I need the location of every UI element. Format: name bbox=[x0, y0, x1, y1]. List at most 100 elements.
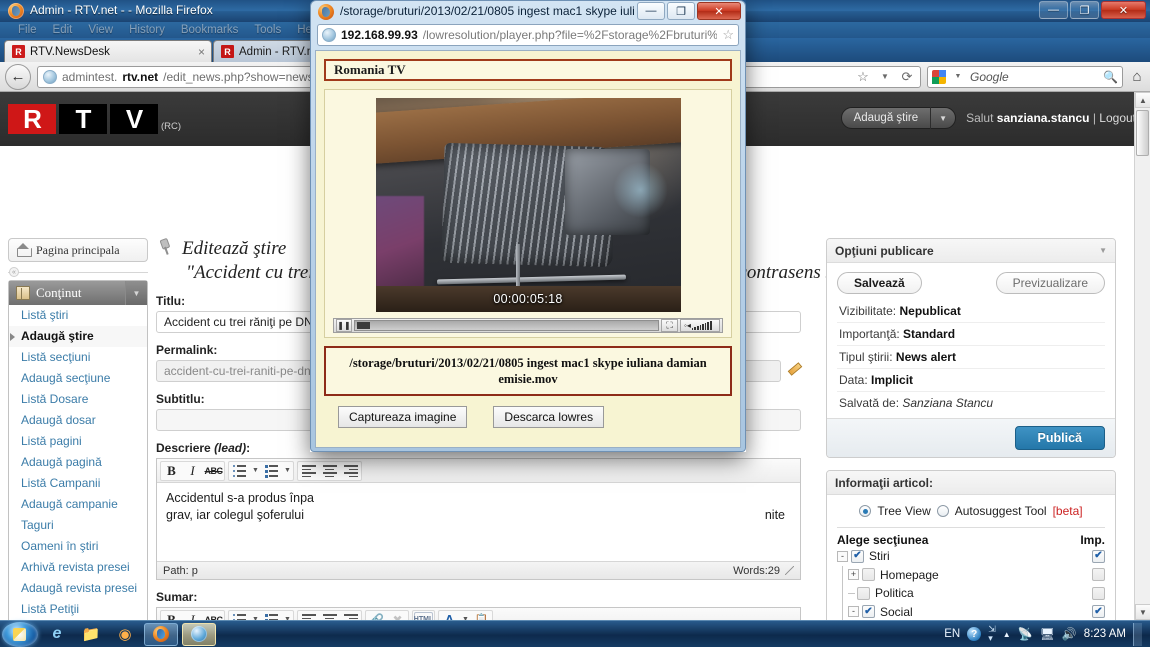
section-checkbox[interactable]: ✔ bbox=[862, 568, 875, 582]
align-right-button[interactable] bbox=[340, 461, 361, 481]
sidebar-item-9[interactable]: Adaugă campanie bbox=[9, 494, 147, 515]
collapse-twisty-icon[interactable]: - bbox=[837, 550, 848, 562]
tree-row[interactable]: - ✔ Social ✔ bbox=[837, 602, 1105, 620]
search-icon[interactable]: 🔍 bbox=[1103, 70, 1118, 84]
sidebar-item-2[interactable]: Listă secţiuni bbox=[9, 347, 147, 368]
close-button[interactable]: ✕ bbox=[1101, 1, 1146, 19]
chevron-down-icon[interactable]: ▼ bbox=[282, 461, 293, 481]
tray-language[interactable]: EN bbox=[944, 628, 960, 640]
chevron-left-icon[interactable]: « bbox=[9, 267, 19, 277]
collapse-twisty-icon[interactable]: - bbox=[848, 606, 859, 618]
sidebar-item-4[interactable]: Listă Dosare bbox=[9, 389, 147, 410]
scrollbar-thumb[interactable] bbox=[1136, 110, 1149, 156]
taskbar-task-firefox[interactable] bbox=[144, 622, 178, 646]
sidebar-item-1[interactable]: Adaugă ştire bbox=[9, 326, 147, 347]
menu-history[interactable]: History bbox=[129, 24, 165, 36]
publish-row-4[interactable]: Salvată de: Sanziana Stancu bbox=[837, 392, 1105, 414]
chevron-down-icon[interactable]: ▼ bbox=[1099, 246, 1107, 255]
italic-button[interactable]: I bbox=[182, 610, 203, 621]
search-input[interactable]: ▼ Google 🔍 bbox=[927, 65, 1123, 88]
show-desktop-button[interactable] bbox=[1133, 622, 1142, 646]
sidebar-item-14[interactable]: Listă Petiţii bbox=[9, 599, 147, 620]
resize-handle[interactable] bbox=[785, 566, 794, 575]
show-hidden-icons-icon[interactable]: ⇲ ▾ bbox=[988, 625, 996, 643]
importance-checkbox[interactable]: ✔ bbox=[1092, 568, 1105, 582]
strikethrough-button[interactable]: ABC bbox=[203, 610, 224, 621]
media-player-icon[interactable]: ◉ bbox=[110, 623, 140, 646]
sidebar-collapse-handle[interactable]: « bbox=[8, 266, 148, 278]
publish-row-3[interactable]: Data: Implicit bbox=[837, 369, 1105, 392]
menu-bookmarks[interactable]: Bookmarks bbox=[181, 24, 239, 36]
sidebar-panel-header[interactable]: Conţinut ▼ bbox=[9, 281, 147, 305]
volume-slider[interactable]: ◦◂ bbox=[680, 319, 720, 332]
save-button[interactable]: Salvează bbox=[837, 272, 922, 294]
section-checkbox[interactable]: ✔ bbox=[851, 549, 864, 563]
pause-button[interactable]: ❚❚ bbox=[336, 319, 352, 332]
tray-clock[interactable]: 8:23 AM bbox=[1084, 628, 1126, 640]
bold-button[interactable]: B bbox=[161, 461, 182, 481]
display-icon[interactable]: 🖥 bbox=[1040, 627, 1055, 641]
volume-icon[interactable]: 🔊 bbox=[1062, 627, 1077, 641]
unordered-list-button[interactable] bbox=[229, 610, 250, 620]
explorer-icon[interactable]: 📁 bbox=[76, 623, 106, 646]
sidebar-item-0[interactable]: Listă ştiri bbox=[9, 305, 147, 326]
tree-row[interactable]: +✔Homepage✔ bbox=[837, 565, 1105, 584]
ordered-list-button[interactable] bbox=[261, 610, 282, 620]
menu-file[interactable]: File bbox=[18, 24, 37, 36]
align-left-button[interactable] bbox=[298, 610, 319, 621]
sidebar-item-3[interactable]: Adaugă secţiune bbox=[9, 368, 147, 389]
section-checkbox[interactable]: ✔ bbox=[862, 605, 875, 619]
ie-icon[interactable]: e bbox=[42, 623, 72, 646]
publish-row-1[interactable]: Importanţă: Standard bbox=[837, 323, 1105, 346]
radio-tree-view[interactable] bbox=[859, 505, 872, 517]
chevron-down-icon[interactable]: ▼ bbox=[282, 610, 293, 620]
reload-icon[interactable]: ⟳ bbox=[899, 69, 915, 85]
sidebar-item-7[interactable]: Adaugă pagină bbox=[9, 452, 147, 473]
sidebar-item-5[interactable]: Adaugă dosar bbox=[9, 410, 147, 431]
sidebar-item-8[interactable]: Listă Campanii bbox=[9, 473, 147, 494]
popup-minimize-button[interactable]: — bbox=[637, 2, 665, 20]
tree-row[interactable]: - ✔ Stiri ✔ bbox=[837, 547, 1105, 566]
chevron-down-icon[interactable]: ▼ bbox=[125, 281, 147, 305]
start-button[interactable] bbox=[2, 621, 38, 647]
align-left-button[interactable] bbox=[298, 461, 319, 481]
unlink-button[interactable]: ✖ bbox=[387, 610, 408, 621]
help-icon[interactable]: ? bbox=[967, 627, 982, 641]
publish-row-2[interactable]: Tipul ştirii: News alert bbox=[837, 346, 1105, 369]
popup-close-button[interactable]: ✕ bbox=[697, 2, 741, 20]
radio-autosuggest[interactable] bbox=[936, 505, 949, 517]
tray-expand-icon[interactable]: ▲ bbox=[1003, 630, 1011, 639]
chevron-down-icon[interactable]: ▼ bbox=[877, 69, 893, 85]
sidebar-item-13[interactable]: Adaugă revista presei bbox=[9, 578, 147, 599]
publish-button[interactable]: Publică bbox=[1014, 426, 1105, 450]
importance-checkbox[interactable]: ✔ bbox=[1092, 605, 1105, 619]
popup-maximize-button[interactable]: ❐ bbox=[667, 2, 695, 20]
align-right-button[interactable] bbox=[340, 610, 361, 621]
chevron-down-icon[interactable]: ▼ bbox=[950, 69, 966, 85]
minimize-button[interactable]: — bbox=[1039, 1, 1068, 19]
descriere-editor-body[interactable]: Accidentul s-a produs înpa grav, iar col… bbox=[157, 483, 800, 561]
font-color-button[interactable]: A bbox=[439, 610, 460, 620]
back-button[interactable]: ← bbox=[5, 63, 31, 90]
chevron-down-icon[interactable]: ▼ bbox=[460, 610, 471, 620]
page-scrollbar[interactable]: ▲ ▼ bbox=[1134, 92, 1150, 620]
network-error-icon[interactable]: 📡 bbox=[1018, 627, 1033, 641]
logout-link[interactable]: Logout bbox=[1099, 111, 1136, 125]
scroll-down-arrow[interactable]: ▼ bbox=[1135, 604, 1150, 620]
scroll-up-arrow[interactable]: ▲ bbox=[1135, 92, 1150, 108]
edit-pencil-icon[interactable] bbox=[787, 364, 801, 378]
link-button[interactable]: 🔗 bbox=[366, 610, 387, 621]
video-still[interactable]: 00:00:05:18 bbox=[375, 98, 681, 312]
download-lowres-button[interactable]: Descarca lowres bbox=[493, 406, 605, 428]
sidebar-item-home[interactable]: Pagina principala bbox=[8, 238, 148, 262]
taskbar-task-player[interactable] bbox=[182, 622, 216, 646]
importance-checkbox[interactable]: ✔ bbox=[1092, 586, 1105, 600]
ordered-list-button[interactable] bbox=[261, 461, 282, 481]
bookmark-star-icon[interactable]: ☆ bbox=[855, 69, 871, 85]
importance-checkbox[interactable]: ✔ bbox=[1092, 549, 1105, 563]
video-progress-thumb[interactable] bbox=[357, 322, 370, 329]
sidebar-item-12[interactable]: Arhivă revista presei bbox=[9, 557, 147, 578]
chevron-down-icon[interactable]: ▼ bbox=[250, 461, 261, 481]
unordered-list-button[interactable] bbox=[229, 461, 250, 481]
menu-edit[interactable]: Edit bbox=[53, 24, 73, 36]
